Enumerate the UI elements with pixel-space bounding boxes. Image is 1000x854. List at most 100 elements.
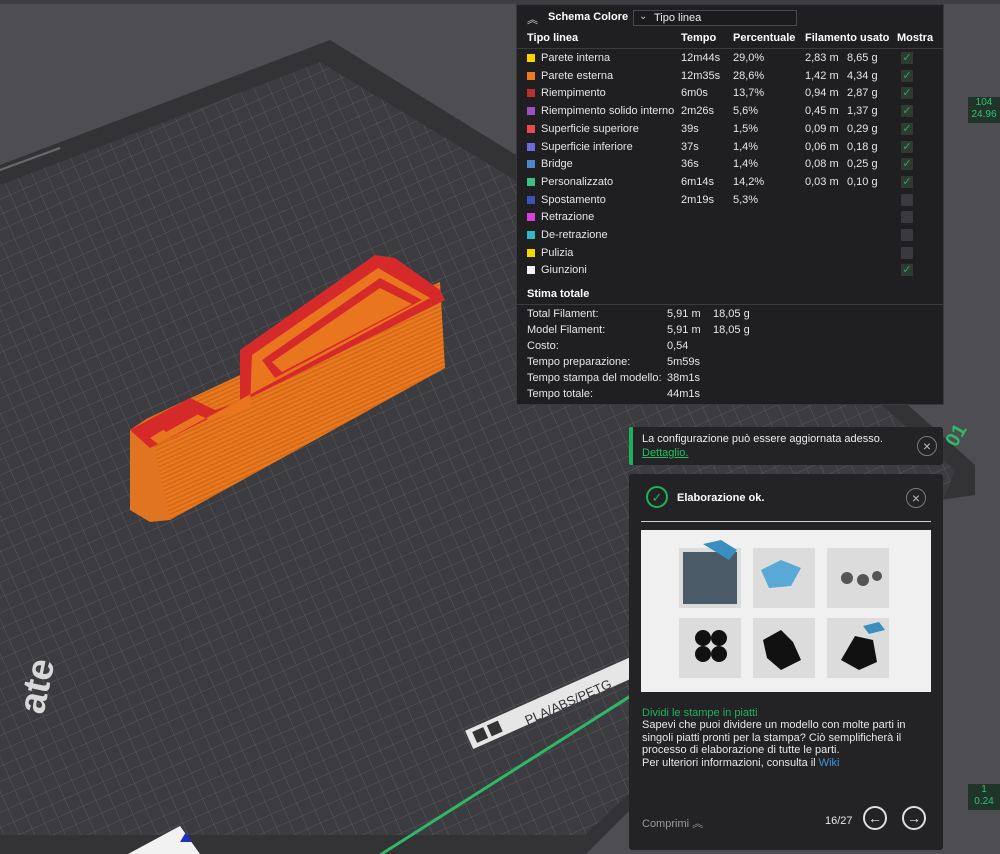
- estimate-row: Costo: 0,54: [517, 339, 943, 355]
- legend-row: Giunzioni ✓: [517, 262, 943, 279]
- line-color-swatch: [527, 195, 535, 204]
- line-color-swatch: [527, 231, 535, 239]
- collapse-tip-button[interactable]: Comprimi ︽: [642, 815, 703, 831]
- line-time: 12m35s: [681, 69, 721, 82]
- line-color-swatch: [527, 177, 535, 186]
- arrow-right-icon: →: [907, 810, 921, 826]
- estimate-row: Total Filament: 5,91 m 18,05 g: [517, 307, 943, 323]
- show-checkbox[interactable]: ✓: [901, 122, 913, 135]
- previous-tip-button[interactable]: ←: [863, 806, 887, 830]
- line-percent: 1,4%: [733, 140, 759, 153]
- legend-row: De-retrazione: [517, 227, 943, 244]
- line-type-label: Bridge: [541, 158, 573, 171]
- estimate-title: Stima totale: [527, 288, 590, 300]
- line-filament-grams: 0,10 g: [847, 175, 878, 188]
- estimate-value: 38m1s: [667, 372, 701, 384]
- bottom-layer-height: 0.24: [974, 796, 994, 807]
- line-type-label: Personalizzato: [541, 175, 614, 188]
- show-checkbox[interactable]: ✓: [901, 158, 913, 171]
- estimate-key: Model Filament:: [527, 324, 606, 336]
- close-tip-button[interactable]: ×: [906, 488, 926, 508]
- show-checkbox[interactable]: ✓: [901, 69, 913, 82]
- chevron-up-icon: ︽: [692, 818, 704, 830]
- line-color-swatch: [527, 213, 535, 222]
- estimate-key: Tempo stampa del modello:: [527, 372, 662, 384]
- line-color-swatch: [527, 142, 535, 151]
- line-percent: 14,2%: [733, 175, 765, 188]
- legend-title: Schema Colore: [548, 11, 629, 23]
- layer-slider-bottom[interactable]: 1 0.24: [968, 784, 1000, 810]
- line-color-swatch: [527, 248, 535, 257]
- estimate-value-secondary: 18,05 g: [713, 308, 750, 320]
- legend-row: Parete esterna 12m35s 28,6% 1,42 m 4,34 g ✓: [517, 68, 943, 85]
- wiki-link[interactable]: Wiki: [819, 757, 840, 769]
- col-show: Mostra: [897, 32, 934, 44]
- show-checkbox[interactable]: ✓: [901, 105, 913, 118]
- line-time: 36s: [681, 158, 699, 171]
- show-checkbox[interactable]: [901, 246, 913, 259]
- line-filament-meters: 2,83 m: [805, 52, 839, 64]
- notification-accent: [629, 427, 633, 465]
- line-type-label: Spostamento: [541, 193, 606, 206]
- tip-illustration: [641, 530, 931, 692]
- show-checkbox[interactable]: ✓: [901, 52, 913, 64]
- arrow-left-icon: ←: [868, 810, 882, 826]
- notification-message: La configurazione può essere aggiornata …: [642, 433, 883, 445]
- line-color-swatch: [527, 107, 535, 116]
- show-checkbox[interactable]: ✓: [901, 140, 913, 153]
- details-link[interactable]: Dettaglio.: [642, 447, 688, 459]
- collapse-chevron-icon[interactable]: ︽: [527, 11, 539, 26]
- estimate-value: 5,91 m: [667, 324, 701, 336]
- line-filament-meters: 1,42 m: [805, 69, 839, 82]
- legend-row: Bridge 36s 1,4% 0,08 m 0,25 g ✓: [517, 156, 943, 173]
- close-icon: ×: [922, 438, 932, 454]
- legend-row: Riempimento solido interno 2m26s 5,6% 0,45 …: [517, 103, 943, 120]
- line-type-label: Parete esterna: [541, 69, 614, 82]
- slicing-tip-dialog: ✓ Elaborazione ok. × Dividi le stampe in…: [629, 474, 943, 850]
- legend-row: Superficie superiore 39s 1,5% 0,09 m 0,29 g ✓: [517, 121, 943, 138]
- line-time: 6m14s: [681, 175, 715, 188]
- show-checkbox[interactable]: [901, 211, 913, 224]
- close-icon: ×: [911, 490, 921, 506]
- line-filament-grams: 8,65 g: [847, 52, 878, 64]
- show-checkbox[interactable]: [901, 193, 913, 206]
- bottom-layer-number: 1: [981, 784, 987, 795]
- line-type-label: Superficie inferiore: [541, 140, 633, 153]
- line-color-swatch: [527, 160, 535, 169]
- estimate-row: Tempo stampa del modello: 38m1s: [517, 371, 943, 387]
- line-filament-grams: 4,34 g: [847, 69, 878, 82]
- line-percent: 13,7%: [733, 87, 765, 100]
- line-type-label: Parete interna: [541, 52, 611, 64]
- check-circle-icon: ✓: [646, 486, 668, 508]
- line-filament-grams: 2,87 g: [847, 87, 878, 100]
- tip-page-counter: 16/27: [825, 815, 853, 827]
- layer-slider-top[interactable]: 104 24.96: [968, 97, 1000, 123]
- line-time: 37s: [681, 140, 699, 153]
- line-color-swatch: [527, 71, 535, 80]
- view-type-select[interactable]: ⌄ Tipo linea: [633, 10, 797, 26]
- show-checkbox[interactable]: ✓: [901, 175, 913, 188]
- top-layer-height: 24.96: [971, 109, 997, 120]
- top-layer-number: 104: [975, 97, 993, 108]
- estimate-value-secondary: 18,05 g: [713, 324, 750, 336]
- legend-row: Riempimento 6m0s 13,7% 0,94 m 2,87 g ✓: [517, 85, 943, 102]
- close-notification-button[interactable]: ×: [917, 436, 937, 456]
- tip-body: Sapevi che puoi dividere un modello con …: [642, 719, 932, 769]
- tip-title: Dividi le stampe in piatti: [642, 707, 758, 719]
- divider: [641, 521, 931, 522]
- line-filament-grams: 0,25 g: [847, 158, 878, 171]
- line-filament-grams: 1,37 g: [847, 105, 878, 118]
- line-filament-meters: 0,06 m: [805, 140, 839, 153]
- col-time: Tempo: [681, 32, 717, 44]
- legend-row: Retrazione: [517, 209, 943, 226]
- line-time: 39s: [681, 122, 699, 135]
- show-checkbox[interactable]: ✓: [901, 264, 913, 277]
- line-percent: 5,6%: [733, 105, 759, 118]
- line-color-swatch: [527, 266, 535, 275]
- show-checkbox[interactable]: [901, 229, 913, 241]
- next-tip-button[interactable]: →: [902, 806, 926, 830]
- line-filament-meters: 0,03 m: [805, 175, 839, 188]
- show-checkbox[interactable]: ✓: [901, 87, 913, 100]
- legend-row: Pulizia: [517, 245, 943, 262]
- tip-more-text: Per ulteriori informazioni, consulta il: [642, 756, 816, 769]
